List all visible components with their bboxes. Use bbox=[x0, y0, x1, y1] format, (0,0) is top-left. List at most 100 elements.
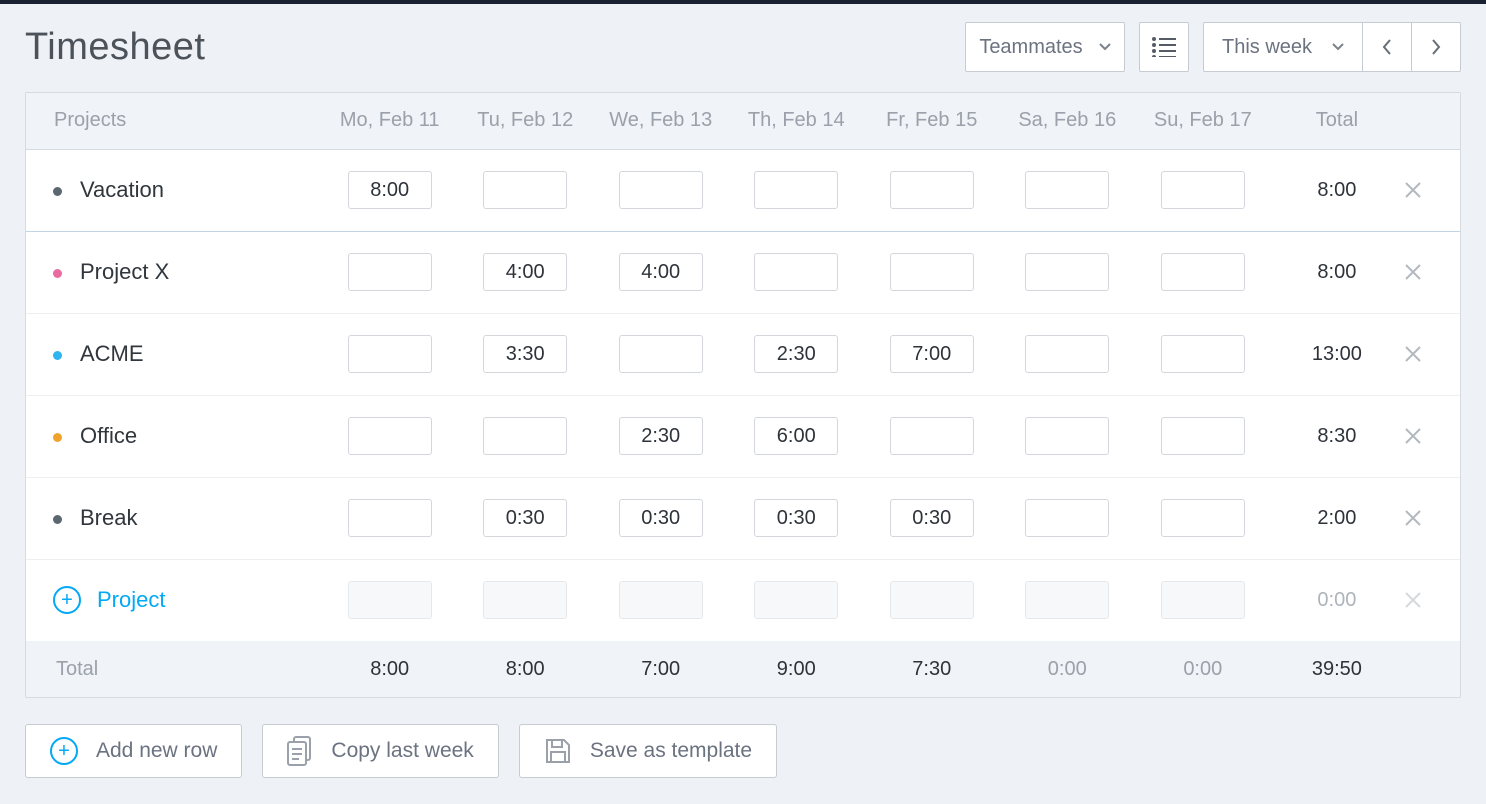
time-input[interactable] bbox=[1025, 417, 1109, 455]
time-input[interactable] bbox=[619, 499, 703, 537]
copy-icon bbox=[287, 736, 313, 766]
save-template-button[interactable]: Save as template bbox=[519, 724, 777, 778]
header-controls: Teammates bbox=[965, 22, 1461, 72]
project-color-dot bbox=[53, 187, 62, 196]
plus-circle-icon: + bbox=[50, 737, 78, 765]
save-template-label: Save as template bbox=[590, 739, 752, 763]
close-icon bbox=[1404, 345, 1422, 363]
project-color-dot bbox=[53, 515, 62, 524]
time-input[interactable] bbox=[619, 171, 703, 209]
timesheet-table: Projects Mo, Feb 11 Tu, Feb 12 We, Feb 1… bbox=[25, 92, 1461, 698]
delete-row-button[interactable] bbox=[1403, 313, 1460, 395]
time-input[interactable] bbox=[1025, 171, 1109, 209]
project-cell[interactable]: Project X bbox=[26, 231, 322, 313]
copy-last-week-button[interactable]: Copy last week bbox=[262, 724, 498, 778]
time-input[interactable] bbox=[348, 171, 432, 209]
time-input[interactable] bbox=[348, 335, 432, 373]
time-input[interactable] bbox=[348, 417, 432, 455]
prev-period-button[interactable] bbox=[1362, 22, 1412, 72]
time-input[interactable] bbox=[890, 335, 974, 373]
page-title: Timesheet bbox=[25, 26, 206, 69]
project-color-dot bbox=[53, 351, 62, 360]
time-input[interactable] bbox=[890, 253, 974, 291]
time-input[interactable] bbox=[890, 499, 974, 537]
time-input[interactable] bbox=[754, 171, 838, 209]
time-input[interactable] bbox=[1161, 171, 1245, 209]
time-input[interactable] bbox=[1161, 335, 1245, 373]
time-input[interactable] bbox=[754, 253, 838, 291]
delete-row-button[interactable] bbox=[1403, 477, 1460, 559]
project-cell[interactable]: Break bbox=[26, 477, 322, 559]
footer-total-label: Total bbox=[26, 641, 322, 697]
time-input[interactable] bbox=[348, 499, 432, 537]
table-row: Vacation 8:00 bbox=[26, 149, 1460, 231]
time-input[interactable] bbox=[1025, 499, 1109, 537]
time-input[interactable] bbox=[754, 417, 838, 455]
copy-last-week-label: Copy last week bbox=[331, 739, 473, 763]
delete-row-button[interactable] bbox=[1403, 231, 1460, 313]
chevron-left-icon bbox=[1382, 39, 1392, 55]
list-view-button[interactable] bbox=[1139, 22, 1189, 72]
row-total: 13:00 bbox=[1271, 313, 1404, 395]
time-input[interactable] bbox=[1025, 335, 1109, 373]
project-cell[interactable]: Vacation bbox=[26, 149, 322, 231]
time-input bbox=[1025, 581, 1109, 619]
time-input[interactable] bbox=[1161, 499, 1245, 537]
add-row-label: Add new row bbox=[96, 739, 217, 763]
time-input[interactable] bbox=[348, 253, 432, 291]
time-input[interactable] bbox=[483, 335, 567, 373]
time-input[interactable] bbox=[1161, 253, 1245, 291]
list-icon bbox=[1152, 37, 1176, 57]
teammates-dropdown[interactable]: Teammates bbox=[965, 22, 1125, 72]
time-input bbox=[483, 581, 567, 619]
time-input[interactable] bbox=[483, 253, 567, 291]
col-day: Sa, Feb 16 bbox=[1000, 93, 1136, 149]
project-name: Project X bbox=[80, 259, 169, 284]
chevron-down-icon bbox=[1099, 43, 1111, 51]
row-total: 8:00 bbox=[1271, 231, 1404, 313]
row-total: 8:00 bbox=[1271, 149, 1404, 231]
add-project-cell[interactable]: +Project bbox=[26, 559, 322, 641]
close-icon bbox=[1404, 591, 1422, 609]
time-input[interactable] bbox=[483, 417, 567, 455]
row-total: 0:00 bbox=[1271, 559, 1404, 641]
time-input bbox=[754, 581, 838, 619]
teammates-label: Teammates bbox=[979, 36, 1082, 59]
time-input[interactable] bbox=[619, 253, 703, 291]
time-input[interactable] bbox=[890, 171, 974, 209]
time-input[interactable] bbox=[754, 499, 838, 537]
chevron-right-icon bbox=[1431, 39, 1441, 55]
close-icon bbox=[1404, 427, 1422, 445]
add-row-button[interactable]: + Add new row bbox=[25, 724, 242, 778]
footer-day-total: 7:30 bbox=[864, 641, 1000, 697]
col-day: Mo, Feb 11 bbox=[322, 93, 458, 149]
period-label: This week bbox=[1222, 36, 1312, 59]
time-input[interactable] bbox=[1161, 417, 1245, 455]
project-cell[interactable]: ACME bbox=[26, 313, 322, 395]
project-color-dot bbox=[53, 269, 62, 278]
time-input[interactable] bbox=[483, 499, 567, 537]
chevron-down-icon bbox=[1332, 43, 1344, 51]
period-selector: This week bbox=[1203, 22, 1461, 72]
project-color-dot bbox=[53, 433, 62, 442]
time-input[interactable] bbox=[1025, 253, 1109, 291]
time-input[interactable] bbox=[619, 335, 703, 373]
time-input[interactable] bbox=[619, 417, 703, 455]
delete-row-button[interactable] bbox=[1403, 395, 1460, 477]
col-day: Th, Feb 14 bbox=[728, 93, 864, 149]
project-cell[interactable]: Office bbox=[26, 395, 322, 477]
table-row: ACME 13:00 bbox=[26, 313, 1460, 395]
row-total: 2:00 bbox=[1271, 477, 1404, 559]
footer-day-total: 8:00 bbox=[457, 641, 593, 697]
time-input[interactable] bbox=[890, 417, 974, 455]
table-row: Project X 8:00 bbox=[26, 231, 1460, 313]
next-period-button[interactable] bbox=[1411, 22, 1461, 72]
delete-row-button[interactable] bbox=[1403, 559, 1460, 641]
delete-row-button[interactable] bbox=[1403, 149, 1460, 231]
save-icon bbox=[544, 737, 572, 765]
project-name: Break bbox=[80, 505, 137, 530]
time-input[interactable] bbox=[754, 335, 838, 373]
period-dropdown[interactable]: This week bbox=[1203, 22, 1363, 72]
time-input[interactable] bbox=[483, 171, 567, 209]
time-input bbox=[890, 581, 974, 619]
